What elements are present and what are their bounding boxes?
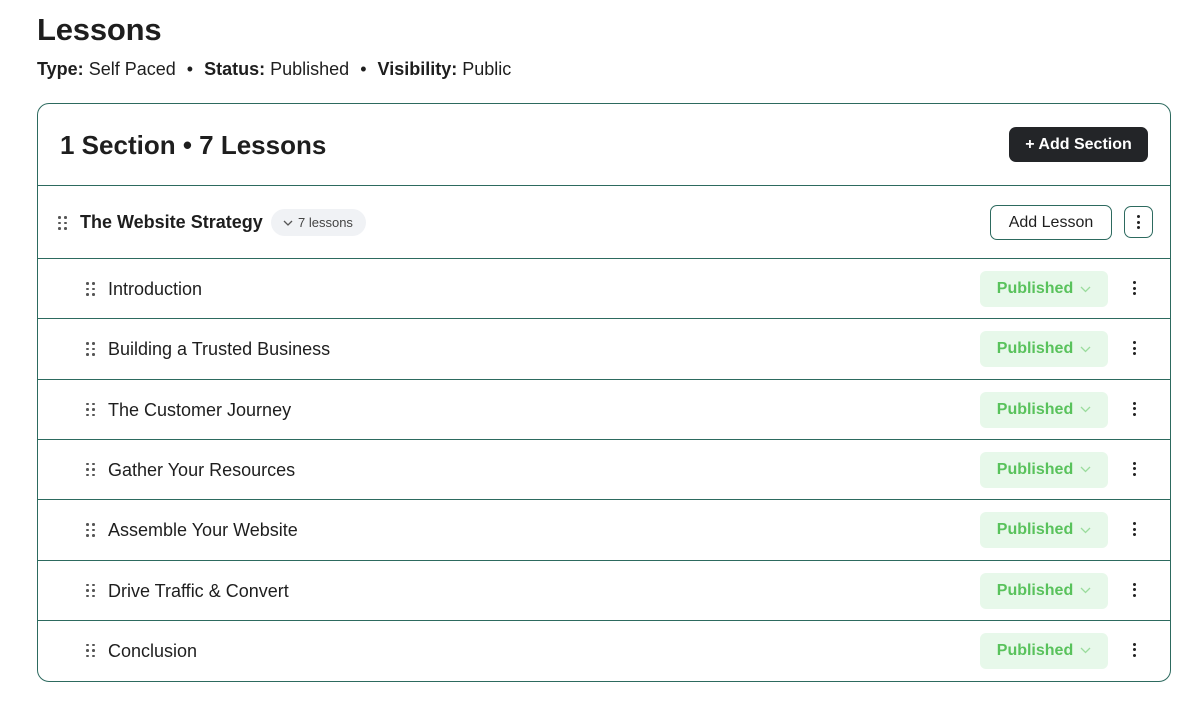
section-more-button[interactable] xyxy=(1124,206,1153,238)
status-dropdown[interactable]: Published xyxy=(980,391,1108,428)
section-title: The Website Strategy xyxy=(80,212,263,232)
lesson-row[interactable]: Gather Your Resources Published xyxy=(38,440,1170,501)
lesson-more-button[interactable] xyxy=(1124,335,1144,361)
lesson-title[interactable]: Conclusion xyxy=(108,641,197,662)
lesson-more-button[interactable] xyxy=(1124,396,1144,422)
drag-handle-icon[interactable] xyxy=(58,216,68,230)
lesson-row[interactable]: The Customer Journey Published xyxy=(38,380,1170,440)
more-vertical-icon xyxy=(1132,522,1136,537)
section-row: The Website Strategy 7 lessons Add Lesso… xyxy=(38,186,1170,259)
meta-status-label: Status: xyxy=(204,59,266,79)
curriculum-summary: 1 Section • 7 Lessons xyxy=(60,130,327,160)
meta-separator: • xyxy=(360,59,367,79)
status-label: Published xyxy=(996,400,1074,418)
chevron-down-icon xyxy=(283,220,293,226)
more-vertical-icon xyxy=(1132,401,1136,416)
drag-handle-icon[interactable] xyxy=(86,643,96,658)
status-label: Published xyxy=(996,581,1074,599)
drag-handle-icon[interactable] xyxy=(86,402,96,417)
meta-status-value: Published xyxy=(270,59,350,79)
meta-visibility-value: Public xyxy=(462,59,512,79)
lesson-count-label: 7 lessons xyxy=(298,215,353,230)
lesson-list: Introduction Published Building a Trusted … xyxy=(38,259,1170,681)
lesson-title[interactable]: Drive Traffic & Convert xyxy=(108,581,289,602)
drag-handle-icon[interactable] xyxy=(86,583,96,598)
panel-header: 1 Section • 7 Lessons + Add Section xyxy=(38,104,1170,186)
meta-type-value: Self Paced xyxy=(88,59,176,79)
drag-handle-icon[interactable] xyxy=(86,462,96,477)
lesson-more-button[interactable] xyxy=(1124,577,1144,603)
drag-handle-icon[interactable] xyxy=(86,523,96,537)
lesson-title[interactable]: The Customer Journey xyxy=(108,400,291,421)
drag-handle-icon[interactable] xyxy=(86,342,96,356)
lesson-row[interactable]: Conclusion Published xyxy=(38,621,1170,681)
meta-type-label: Type: xyxy=(37,59,84,79)
lesson-more-button[interactable] xyxy=(1124,275,1144,301)
lesson-title[interactable]: Building a Trusted Business xyxy=(108,339,330,360)
page-title: Lessons xyxy=(37,12,162,47)
course-meta: Type: Self Paced • Status: Published • V… xyxy=(37,59,511,80)
lesson-more-button[interactable] xyxy=(1124,456,1144,482)
status-label: Published xyxy=(996,340,1074,358)
lesson-count-toggle[interactable]: 7 lessons xyxy=(271,209,366,236)
chevron-down-icon xyxy=(1080,587,1091,594)
chevron-down-icon xyxy=(1080,406,1091,413)
status-dropdown[interactable]: Published xyxy=(980,331,1108,368)
more-vertical-icon xyxy=(1136,215,1140,229)
add-section-button[interactable]: + Add Section xyxy=(1009,127,1148,162)
more-vertical-icon xyxy=(1132,341,1136,356)
status-label: Published xyxy=(996,641,1074,659)
lesson-row[interactable]: Building a Trusted Business Published xyxy=(38,319,1170,380)
status-label: Published xyxy=(996,460,1074,478)
more-vertical-icon xyxy=(1132,642,1136,657)
status-dropdown[interactable]: Published xyxy=(980,451,1108,488)
chevron-down-icon xyxy=(1080,527,1091,534)
lesson-row[interactable]: Introduction Published xyxy=(38,259,1170,320)
status-dropdown[interactable]: Published xyxy=(980,271,1108,307)
status-dropdown[interactable]: Published xyxy=(980,572,1108,609)
chevron-down-icon xyxy=(1080,648,1091,654)
lesson-more-button[interactable] xyxy=(1124,637,1144,663)
lesson-row[interactable]: Drive Traffic & Convert Published xyxy=(38,561,1170,621)
status-label: Published xyxy=(996,521,1074,539)
meta-separator: • xyxy=(186,59,194,79)
more-vertical-icon xyxy=(1132,281,1136,295)
meta-visibility-label: Visibility: xyxy=(377,59,458,79)
chevron-down-icon xyxy=(1080,346,1091,353)
lesson-title[interactable]: Introduction xyxy=(108,279,202,300)
chevron-down-icon xyxy=(1080,286,1091,292)
lesson-more-button[interactable] xyxy=(1124,516,1144,542)
more-vertical-icon xyxy=(1132,461,1136,476)
status-dropdown[interactable]: Published xyxy=(980,512,1108,549)
lesson-title[interactable]: Assemble Your Website xyxy=(108,520,298,541)
lesson-title[interactable]: Gather Your Resources xyxy=(108,460,295,481)
status-dropdown[interactable]: Published xyxy=(980,632,1108,669)
status-label: Published xyxy=(996,280,1074,297)
add-lesson-button[interactable]: Add Lesson xyxy=(990,205,1112,240)
lesson-row[interactable]: Assemble Your Website Published xyxy=(38,500,1170,561)
more-vertical-icon xyxy=(1132,582,1136,597)
curriculum-panel: 1 Section • 7 Lessons + Add Section The … xyxy=(37,103,1171,682)
chevron-down-icon xyxy=(1080,467,1091,473)
drag-handle-icon[interactable] xyxy=(86,282,96,296)
